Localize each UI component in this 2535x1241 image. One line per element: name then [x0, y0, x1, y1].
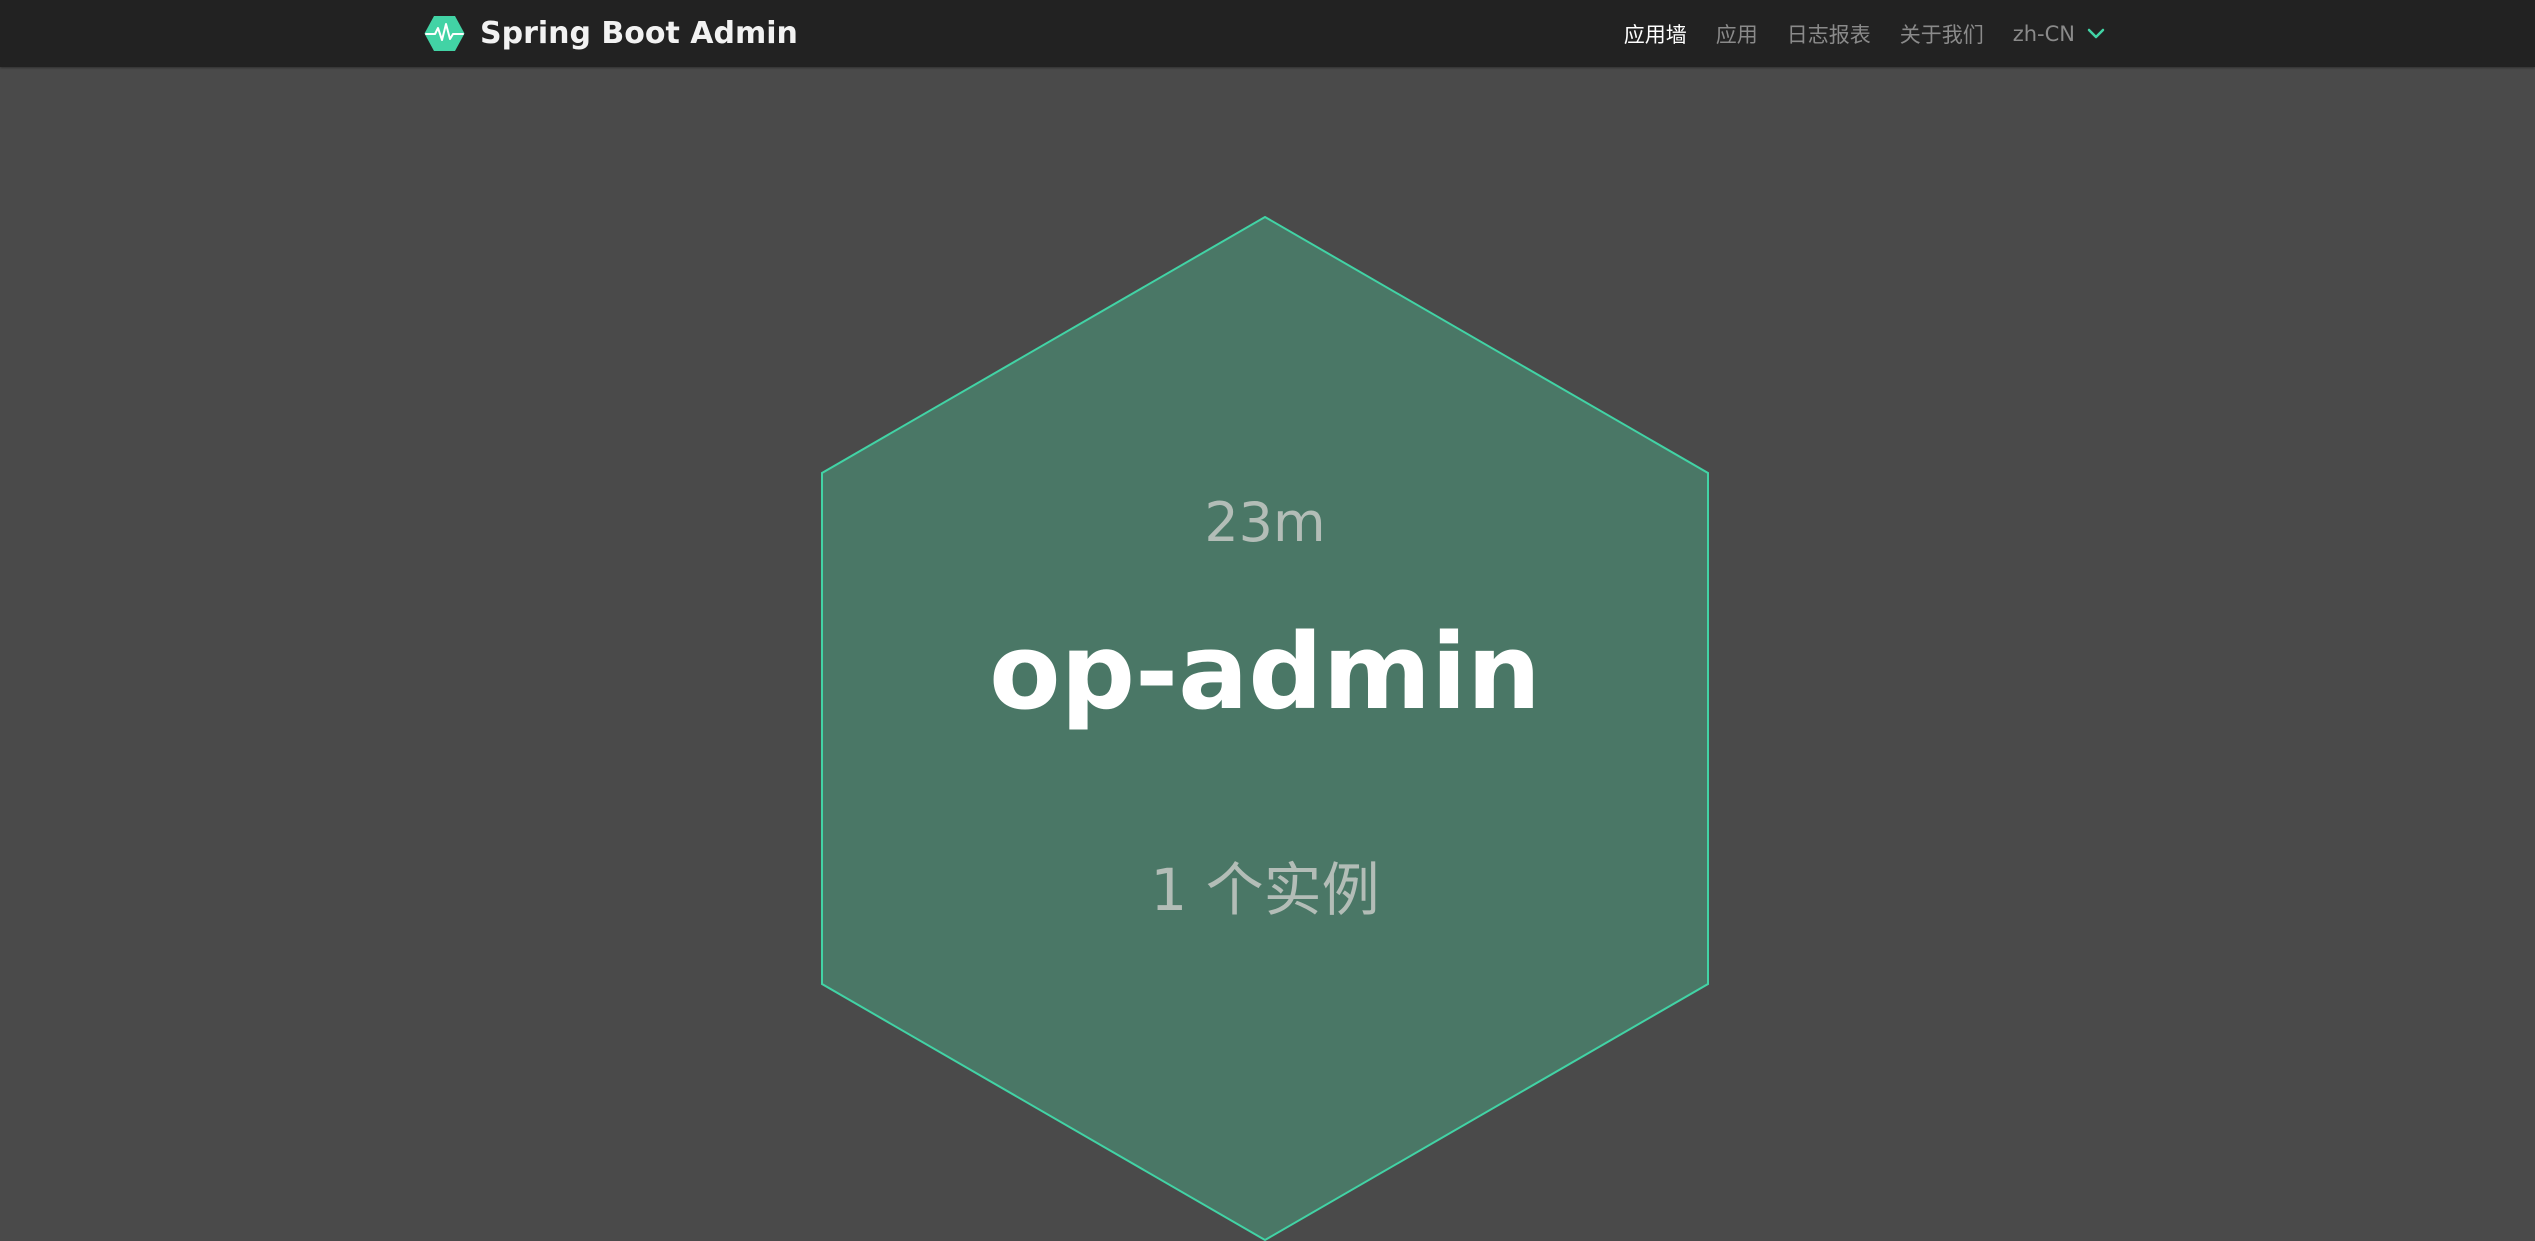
application-uptime: 23m: [1204, 491, 1326, 554]
brand-link[interactable]: Spring Boot Admin: [424, 13, 798, 53]
application-hexagon[interactable]: 23m op-admin 1 个实例: [820, 216, 1710, 1241]
nav-item-wallboard[interactable]: 应用墙: [1624, 19, 1687, 49]
nav-item-applications[interactable]: 应用: [1716, 19, 1758, 49]
language-label: zh-CN: [2012, 21, 2075, 46]
brand-title: Spring Boot Admin: [480, 15, 798, 51]
application-wall: 23m op-admin 1 个实例: [0, 67, 2535, 1241]
nav-item-about[interactable]: 关于我们: [1900, 19, 1984, 49]
navbar: Spring Boot Admin 应用墙 应用 日志报表 关于我们 zh-CN: [0, 0, 2535, 67]
nav-item-log-reports[interactable]: 日志报表: [1787, 19, 1871, 49]
chevron-down-icon: [2087, 28, 2105, 38]
hexagon-content: 23m op-admin 1 个实例: [820, 216, 1710, 1241]
application-instance-count: 1 个实例: [1150, 856, 1380, 924]
nav-menu: 应用墙 应用 日志报表 关于我们 zh-CN: [1595, 0, 2105, 67]
language-dropdown[interactable]: zh-CN: [2013, 22, 2105, 46]
application-name: op-admin: [989, 611, 1541, 733]
heartbeat-hexagon-icon: [424, 15, 465, 51]
